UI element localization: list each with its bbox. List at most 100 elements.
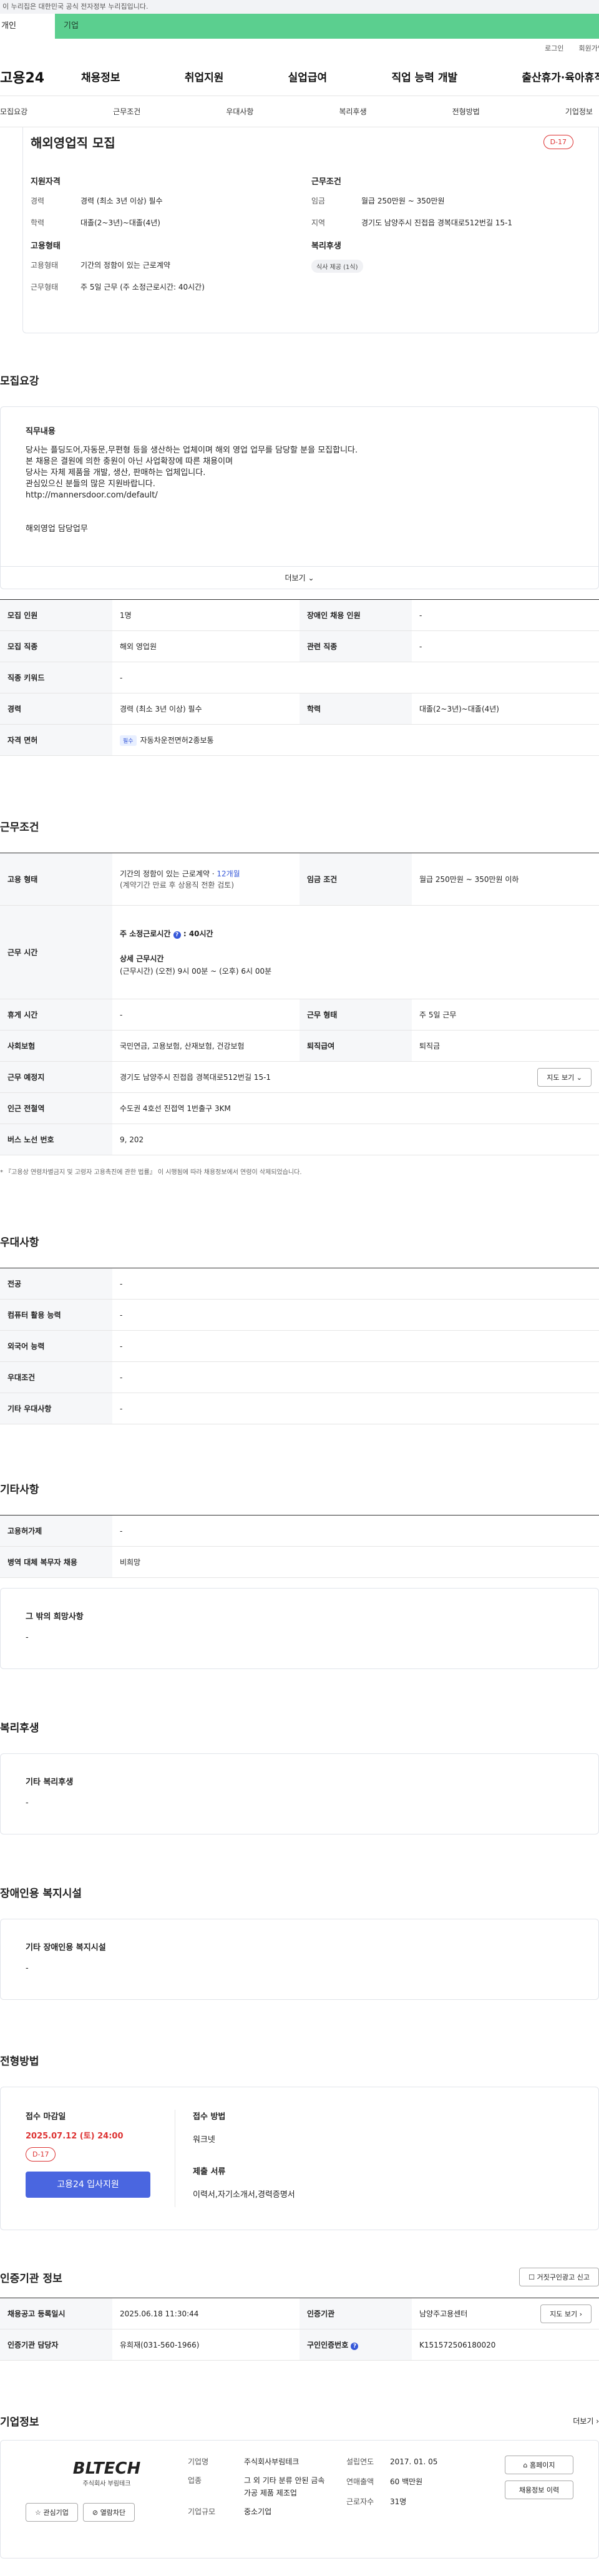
block-button[interactable]: ⊘ 열람차단 bbox=[82, 2503, 135, 2522]
table-cell: - bbox=[112, 999, 300, 1031]
company-logo: BLTECH 주식회사 부림테크 bbox=[26, 2456, 188, 2499]
apply-method: 접수 방법 워크넷 제출 서류 이력서,자기소개서,경력증명서 bbox=[175, 2110, 295, 2207]
tab-recruit[interactable]: 모집요강 bbox=[0, 106, 27, 117]
apply-button[interactable]: 고용24 입사지원 bbox=[26, 2172, 150, 2198]
tab-prefer[interactable]: 우대사항 bbox=[226, 106, 253, 117]
disabled-value: - bbox=[26, 1964, 29, 1973]
table-header-cell: 퇴직급여 bbox=[300, 1030, 412, 1062]
deadline-label: 접수 마감일 bbox=[26, 2112, 66, 2122]
table-cell: - bbox=[112, 1361, 599, 1393]
summary-row: 학력 대졸(2~3년)~대졸(4년) bbox=[31, 217, 293, 228]
agency-map-button[interactable]: 지도 보기 › bbox=[540, 2304, 592, 2323]
homepage-button[interactable]: ⌂ 홈페이지 bbox=[505, 2456, 573, 2474]
login-link[interactable]: 로그인 bbox=[545, 43, 563, 53]
table-header-cell: 근무 시간 bbox=[0, 905, 112, 999]
table-header-cell: 인증기관 bbox=[300, 2298, 412, 2329]
job-title-row: 해외영업직 모집 D-17 bbox=[31, 127, 573, 152]
page-bottom-spacer bbox=[0, 2559, 599, 2576]
site-logo[interactable]: 고용24 bbox=[0, 67, 81, 87]
interest-button-label: 관심기업 bbox=[43, 2509, 69, 2517]
table-cell: - bbox=[112, 1393, 599, 1424]
table-row: 근무 시간 주 소정근로시간 ? : 40시간 상세 근무시간 (근무시간) (… bbox=[0, 905, 599, 999]
table-row: 외국어 능력 - bbox=[0, 1330, 599, 1362]
field-key: 기업규모 bbox=[188, 2507, 216, 2516]
company-field: 업종 그 외 기타 분류 안된 금속 가공 제품 제조업 bbox=[188, 2474, 331, 2499]
table-row: 인근 전철역 수도권 4호선 진접역 1번출구 3KM bbox=[0, 1092, 599, 1124]
docs-label: 제출 서류 bbox=[193, 2167, 226, 2177]
tab-apply[interactable]: 전형방법 bbox=[452, 106, 480, 117]
summary-row: 근무형태 주 5일 근무 (주 소정근로시간: 40시간) bbox=[31, 282, 293, 292]
gnb-item-unemployment[interactable]: 실업급여 bbox=[288, 69, 328, 84]
summary-left: 지원자격 경력 경력 (최소 3년 이상) 필수 학력 대졸(2~3년)~대졸(4년… bbox=[31, 175, 293, 303]
agency-row: 남양주고용센터 지도 보기 › bbox=[419, 2304, 592, 2323]
gnb-item-training[interactable]: 직업 능력 개발 bbox=[391, 69, 457, 84]
deadline-value: 2025.07.12 (토) 24:00 bbox=[26, 2132, 124, 2141]
prefer-section: 우대사항 전공 - 컴퓨터 활용 능력 - 외국어 능력 - 우대조건 - 기타 우대사… bbox=[0, 1233, 599, 1424]
company-title: 기업정보 bbox=[0, 2416, 39, 2429]
cert-number-label: 구인인증번호 bbox=[307, 2341, 349, 2349]
table-cell: 유희재(031-560-1966) bbox=[112, 2329, 300, 2361]
report-button[interactable]: ☐ 거짓구인광고 신고 bbox=[519, 2268, 599, 2286]
summary-row: 고용형태 기간의 정함이 있는 근로계약 bbox=[31, 260, 293, 270]
company-box: BLTECH 주식회사 부림테크 ☆ 관심기업 ⊘ 열람차단 기업명 주식회사부림… bbox=[0, 2440, 599, 2559]
hours-detail-value: (근무시간) (오전) 9시 00분 ~ (오후) 6시 00분 bbox=[120, 966, 272, 976]
hours-cell: 주 소정근로시간 ? : 40시간 상세 근무시간 (근무시간) (오전) 9시… bbox=[112, 905, 599, 999]
table-cell: - bbox=[412, 599, 599, 631]
company-more-link[interactable]: 더보기 › bbox=[573, 2416, 599, 2426]
page: 이 누리집은 대한민국 공식 전자정부 누리집입니다. 개인 기업 로그인 회원… bbox=[0, 0, 599, 2576]
join-link[interactable]: 회원가입 bbox=[579, 43, 599, 53]
description-more-button[interactable]: 더보기 ⌄ bbox=[1, 566, 598, 589]
table-header-cell: 임금 조건 bbox=[300, 853, 412, 906]
table-header-cell: 자격 면허 bbox=[0, 724, 112, 756]
job-description-heading: 직무내용 bbox=[26, 427, 56, 436]
field-key: 업종 bbox=[188, 2476, 202, 2485]
agency-value: 남양주고용센터 bbox=[419, 2309, 468, 2318]
table-header-cell: 인증기관 담당자 bbox=[0, 2329, 112, 2361]
gnb-menu: 채용정보 취업지원 실업급여 직업 능력 개발 출산휴가·육아휴직 bbox=[81, 69, 599, 84]
interest-button[interactable]: ☆ 관심기업 bbox=[26, 2503, 78, 2522]
table-header-cell: 경력 bbox=[0, 693, 112, 725]
global-nav: 고용24 채용정보 취업지원 실업급여 직업 능력 개발 출산휴가·육아휴직 bbox=[0, 57, 599, 96]
chevron-down-icon: ⌄ bbox=[308, 574, 314, 582]
hours-week: 주 소정근로시간 ? : 40시간 bbox=[120, 928, 592, 940]
tab-welfare[interactable]: 복리후생 bbox=[339, 106, 366, 117]
job-history-button[interactable]: 채용정보 이력 bbox=[505, 2481, 573, 2499]
tab-personal[interactable]: 개인 bbox=[0, 14, 55, 39]
method-label: 접수 방법 bbox=[193, 2112, 226, 2122]
field-key: 연매출액 bbox=[346, 2477, 374, 2486]
table-header-cell: 휴게 시간 bbox=[0, 999, 112, 1031]
table-cell: - bbox=[112, 1268, 599, 1300]
table-header-cell: 직종 키워드 bbox=[0, 662, 112, 693]
place-row: 경기도 남양주시 진접읍 경복대로512번길 15-1 지도 보기 ⌄ bbox=[120, 1067, 592, 1087]
map-button[interactable]: 지도 보기 ⌄ bbox=[537, 1067, 592, 1087]
etc-wish-value: - bbox=[26, 1633, 29, 1642]
info-icon[interactable]: ? bbox=[351, 2343, 359, 2350]
welfare-title: 복리후생 bbox=[0, 1722, 39, 1735]
employ-months: 12개월 bbox=[217, 869, 240, 878]
disabled-box: 기타 장애인용 복지시설 - bbox=[0, 1919, 599, 2000]
tab-company[interactable]: 기업정보 bbox=[565, 106, 593, 117]
report-button-label: 거짓구인광고 신고 bbox=[537, 2273, 590, 2281]
gnb-item-employment-support[interactable]: 취업지원 bbox=[185, 69, 224, 84]
summary-conditions: 근무조건 임금 월급 250만원 ~ 350만원 지역 경기도 남양주시 진접읍 경… bbox=[311, 175, 573, 228]
summary-row: 지역 경기도 남양주시 진접읍 경복대로512번길 15-1 bbox=[311, 217, 573, 228]
field-value: 60 백만원 bbox=[390, 2477, 423, 2486]
gnb-item-jobs[interactable]: 채용정보 bbox=[81, 69, 120, 84]
etc-wish-heading: 그 밖의 희망사항 bbox=[26, 1612, 84, 1622]
disabled-heading: 기타 장애인용 복지시설 bbox=[26, 1943, 106, 1952]
table-row: 휴게 시간 - 근무 형태 주 5일 근무 bbox=[0, 999, 599, 1031]
gnb-item-parental-leave[interactable]: 출산휴가·육아휴직 bbox=[522, 69, 599, 84]
company-logo-area: BLTECH 주식회사 부림테크 ☆ 관심기업 ⊘ 열람차단 bbox=[26, 2456, 188, 2543]
summary-right: 근무조건 임금 월급 250만원 ~ 350만원 지역 경기도 남양주시 진접읍 경… bbox=[311, 175, 573, 303]
agency-section: 인증기관 정보 ☐ 거짓구인광고 신고 채용공고 등록일시 2025.06.18 … bbox=[0, 2268, 599, 2361]
tab-company[interactable]: 기업 bbox=[55, 14, 599, 39]
table-header-cell: 관련 직종 bbox=[300, 630, 412, 662]
info-icon[interactable]: ? bbox=[173, 931, 181, 939]
table-row: 고용허가제 - bbox=[0, 1515, 599, 1547]
table-cell: 경력 (최소 3년 이상) 필수 bbox=[112, 693, 300, 725]
dday-badge: D-17 bbox=[543, 134, 573, 149]
welfare-box: 기타 복리후생 - bbox=[0, 1753, 599, 1834]
place-value: 경기도 남양주시 진접읍 경복대로512번길 15-1 bbox=[120, 1073, 271, 1082]
tab-work[interactable]: 근무조건 bbox=[113, 106, 140, 117]
hours-detail-label: 상세 근무시간 bbox=[120, 954, 164, 963]
